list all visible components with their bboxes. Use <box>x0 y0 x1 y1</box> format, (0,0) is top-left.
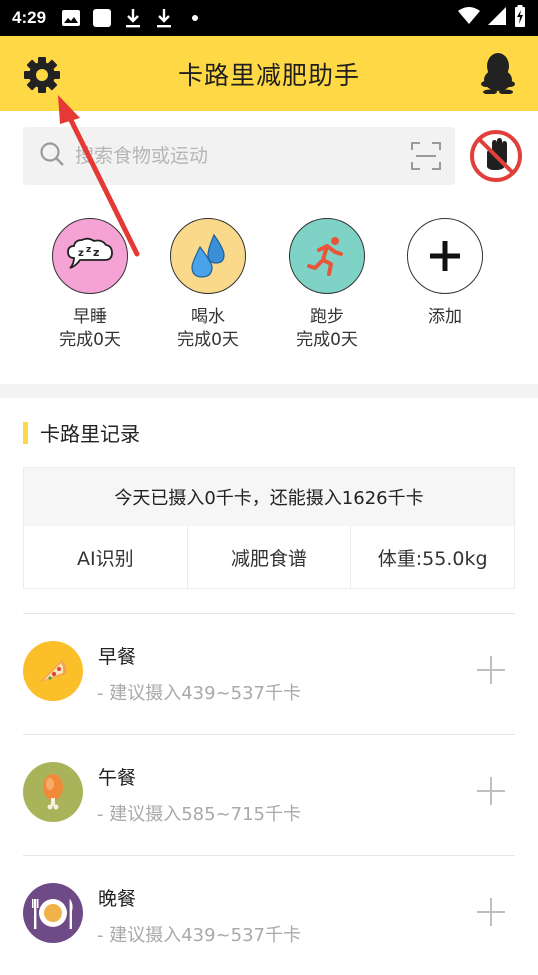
habit-days: 完成0天 <box>177 330 239 350</box>
sleep-icon: z z z <box>52 218 128 294</box>
plus-icon <box>407 218 483 294</box>
svg-text:z: z <box>78 248 84 259</box>
meal-hint: - 建议摄入439~537千卡 <box>97 683 302 704</box>
download-icon <box>153 7 175 29</box>
habit-days: 完成0天 <box>59 330 121 350</box>
section-divider <box>0 384 538 398</box>
chicken-leg-icon <box>23 762 83 822</box>
search-input[interactable] <box>75 145 375 167</box>
meal-hint: - 建议摄入585~715千卡 <box>97 804 302 825</box>
signal-icon <box>488 6 506 30</box>
plate-cutlery-icon <box>23 883 83 943</box>
wifi-icon <box>458 6 480 30</box>
meal-name: 晚餐 <box>98 888 137 910</box>
calorie-summary: 今天已摄入0千卡，还能摄入1626千卡 <box>24 468 514 526</box>
accent-bar <box>23 421 28 444</box>
app-header: 卡路里减肥助手 <box>0 36 538 111</box>
meal-hint: - 建议摄入439~537千卡 <box>97 925 302 946</box>
meal-name: 午餐 <box>98 767 137 789</box>
svg-text:z: z <box>86 245 91 255</box>
dot-icon <box>184 7 206 29</box>
pizza-icon <box>23 641 83 701</box>
habit-label: 添加 <box>428 307 462 327</box>
weight-button[interactable]: 体重:55.0kg <box>351 526 515 588</box>
add-lunch-button[interactable] <box>477 777 505 805</box>
meal-name: 早餐 <box>98 646 137 668</box>
battery-icon <box>514 4 526 32</box>
download-icon <box>122 7 144 29</box>
svg-text:z: z <box>93 246 99 259</box>
calorie-card: 今天已摄入0千卡，还能摄入1626千卡 AI识别 减肥食谱 体重:55.0kg <box>23 467 515 589</box>
no-ads-hand-icon[interactable] <box>469 129 523 183</box>
habit-running[interactable]: 跑步 完成0天 <box>277 218 377 352</box>
qq-penguin-icon[interactable] <box>480 52 516 95</box>
status-bar: 4:29 <box>0 0 538 36</box>
habit-add[interactable]: 添加 <box>395 218 495 328</box>
section-title: 卡路里记录 <box>40 422 140 446</box>
page-title: 卡路里减肥助手 <box>177 60 360 90</box>
gear-icon[interactable] <box>22 55 62 95</box>
habit-early-sleep[interactable]: z z z 早睡 完成0天 <box>40 218 140 352</box>
calorie-actions: AI识别 减肥食谱 体重:55.0kg <box>24 526 515 588</box>
habit-days: 完成0天 <box>296 330 358 350</box>
meal-breakfast[interactable]: 早餐 - 建议摄入439~537千卡 <box>23 613 515 733</box>
search-bar[interactable] <box>23 127 455 185</box>
water-drop-icon <box>170 218 246 294</box>
habit-label: 跑步 <box>310 307 344 327</box>
meal-dinner[interactable]: 晚餐 - 建议摄入439~537千卡 <box>23 855 515 975</box>
habit-label: 早睡 <box>73 307 107 327</box>
meal-lunch[interactable]: 午餐 - 建议摄入585~715千卡 <box>23 734 515 854</box>
ai-recognition-button[interactable]: AI识别 <box>24 526 188 588</box>
status-time: 4:29 <box>12 8 47 27</box>
calorie-section-header: 卡路里记录 <box>23 418 140 447</box>
add-breakfast-button[interactable] <box>477 656 505 684</box>
image-icon <box>60 7 82 29</box>
add-dinner-button[interactable] <box>477 898 505 926</box>
search-row <box>23 127 524 187</box>
square-icon <box>91 7 113 29</box>
runner-icon <box>289 218 365 294</box>
diet-recipes-button[interactable]: 减肥食谱 <box>187 526 352 588</box>
habit-label: 喝水 <box>191 307 225 327</box>
search-icon <box>39 141 65 171</box>
scan-icon[interactable] <box>411 141 441 171</box>
habit-drink-water[interactable]: 喝水 完成0天 <box>158 218 258 352</box>
